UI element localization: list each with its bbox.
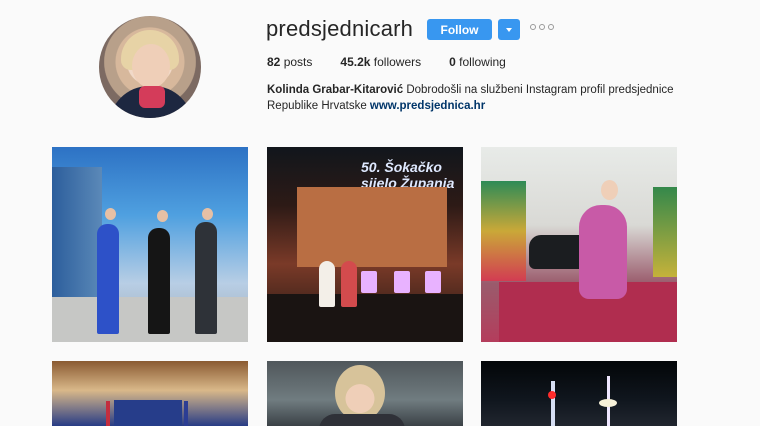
post2-house — [297, 187, 447, 267]
profile-avatar[interactable] — [99, 16, 201, 118]
more-dot — [548, 24, 554, 30]
post6-red-light — [548, 391, 556, 399]
following-value: 0 — [449, 55, 456, 69]
post3-person — [579, 205, 627, 299]
followers-label: followers — [373, 55, 422, 69]
post1-person — [195, 222, 217, 334]
post-thumbnail[interactable] — [52, 147, 248, 342]
post1-person — [97, 224, 119, 334]
post2-lamp — [361, 271, 377, 293]
post6-tower-ring — [599, 399, 617, 407]
post3-left-wall — [481, 181, 526, 281]
following-label: following — [459, 55, 506, 69]
post-thumbnail[interactable] — [52, 361, 248, 426]
post-thumbnail[interactable] — [481, 361, 677, 426]
post5-person-head — [335, 365, 385, 421]
post-thumbnail[interactable] — [481, 147, 677, 342]
post6-tower — [551, 381, 555, 426]
post2-stage — [267, 294, 463, 342]
profile-bio: Kolinda Grabar-Kitarović Dobrodošli na s… — [267, 82, 687, 114]
post4-flag — [184, 401, 188, 426]
posts-label: posts — [283, 55, 313, 69]
following-count[interactable]: 0 following — [449, 55, 506, 69]
post1-person — [148, 228, 170, 334]
post2-lamp — [425, 271, 441, 293]
post1-person-head — [105, 208, 116, 220]
posts-count: 82 posts — [267, 55, 312, 69]
follow-options-button[interactable] — [498, 19, 520, 40]
followers-value: 45.2k — [340, 55, 371, 69]
post-thumbnail[interactable] — [267, 361, 463, 426]
bio-link[interactable]: www.predsjednica.hr — [370, 100, 485, 112]
post4-screen — [114, 400, 182, 426]
post1-person-head — [157, 210, 168, 222]
chevron-down-icon — [506, 27, 512, 32]
post3-right-wall — [653, 187, 677, 277]
profile-username: predsjednicarh — [266, 16, 414, 41]
more-dot — [539, 24, 545, 30]
post2-person — [341, 261, 357, 307]
post1-person-head — [202, 208, 213, 220]
bio-name: Kolinda Grabar-Kitarović — [267, 84, 404, 96]
post-thumbnail[interactable]: 50. Šokačko sijelo Županja — [267, 147, 463, 342]
follow-button[interactable]: Follow — [427, 19, 492, 40]
followers-count[interactable]: 45.2k followers — [340, 55, 421, 69]
more-dot — [530, 24, 536, 30]
avatar-scarf — [139, 86, 165, 108]
avatar-face — [132, 44, 170, 88]
post2-lamp — [394, 271, 410, 293]
post4-flag — [106, 401, 110, 426]
post1-wall — [52, 167, 102, 312]
posts-value: 82 — [267, 55, 281, 69]
post3-person-head — [601, 180, 618, 200]
profile-stats: 82 posts 45.2k followers 0 following — [267, 55, 534, 69]
post2-person — [319, 261, 335, 307]
post5-person-body — [319, 414, 405, 426]
more-options-icon[interactable] — [530, 24, 554, 30]
